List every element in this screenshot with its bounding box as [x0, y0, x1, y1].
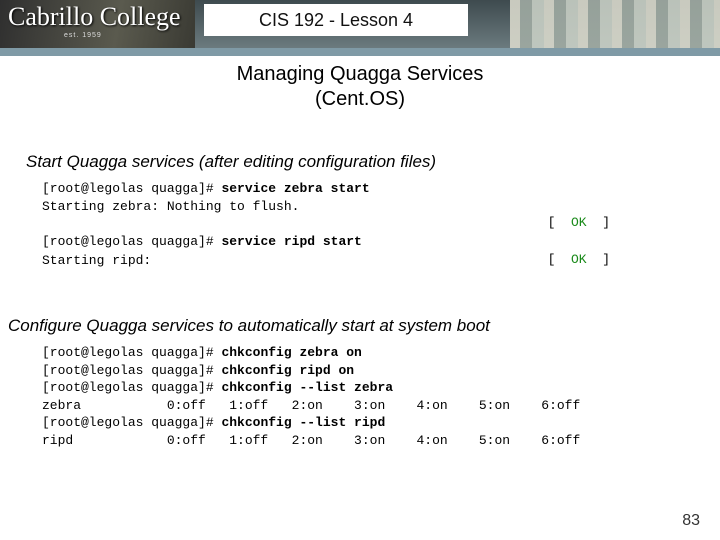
- command-chkconfig-list-ripd: chkconfig --list ripd: [221, 415, 385, 430]
- prompt: [root@legolas quagga]#: [42, 345, 221, 360]
- ok-text: OK: [571, 215, 587, 230]
- prompt: [root@legolas quagga]#: [42, 415, 221, 430]
- slide-title-line1: Managing Quagga Services: [0, 62, 720, 87]
- terminal-line: [root@legolas quagga]# chkconfig ripd on: [42, 362, 720, 380]
- ok-text: OK: [571, 252, 587, 267]
- prompt: [root@legolas quagga]#: [42, 380, 221, 395]
- terminal-output: zebra 0:off 1:off 2:on 3:on 4:on 5:on 6:…: [42, 397, 720, 415]
- status-ok: [ OK ]: [548, 252, 610, 267]
- course-title-plate: CIS 192 - Lesson 4: [204, 4, 468, 36]
- slide-title-line2: (Cent.OS): [0, 87, 720, 112]
- page-number: 83: [682, 512, 700, 530]
- status-ok: [ OK ]: [548, 215, 610, 230]
- terminal-output: ripd 0:off 1:off 2:on 3:on 4:on 5:on 6:o…: [42, 432, 720, 450]
- terminal-line: [root@legolas quagga]# chkconfig --list …: [42, 414, 720, 432]
- command-ripd-start: service ripd start: [221, 234, 361, 249]
- terminal-block-2: [root@legolas quagga]# service ripd star…: [42, 233, 720, 251]
- command-zebra-start: service zebra start: [221, 181, 369, 196]
- top-banner: Cabrillo College est. 1959 CIS 192 - Les…: [0, 0, 720, 48]
- banner-underline: [0, 48, 720, 56]
- ok-row-1: [ OK ]: [0, 215, 720, 233]
- prompt: [root@legolas quagga]#: [42, 181, 221, 196]
- college-logo-text: Cabrillo College: [8, 2, 181, 32]
- slide-title: Managing Quagga Services (Cent.OS): [0, 62, 720, 112]
- prompt: [root@legolas quagga]#: [42, 363, 221, 378]
- command-chkconfig-ripd-on: chkconfig ripd on: [221, 363, 354, 378]
- banner-right-photo: [510, 0, 720, 48]
- terminal-line: [root@legolas quagga]# chkconfig --list …: [42, 379, 720, 397]
- section2-heading: Configure Quagga services to automatical…: [8, 316, 720, 336]
- terminal-output: Starting zebra: Nothing to flush.: [42, 198, 720, 216]
- command-chkconfig-zebra-on: chkconfig zebra on: [221, 345, 361, 360]
- section1-heading: Start Quagga services (after editing con…: [26, 152, 720, 172]
- command-chkconfig-list-zebra: chkconfig --list zebra: [221, 380, 393, 395]
- terminal-line: [root@legolas quagga]# chkconfig zebra o…: [42, 344, 720, 362]
- ok-row-2: [ OK ]: [0, 252, 720, 270]
- course-title: CIS 192 - Lesson 4: [259, 10, 413, 31]
- terminal-block-1: [root@legolas quagga]# service zebra sta…: [42, 180, 720, 198]
- established-text: est. 1959: [64, 32, 102, 39]
- prompt: [root@legolas quagga]#: [42, 234, 221, 249]
